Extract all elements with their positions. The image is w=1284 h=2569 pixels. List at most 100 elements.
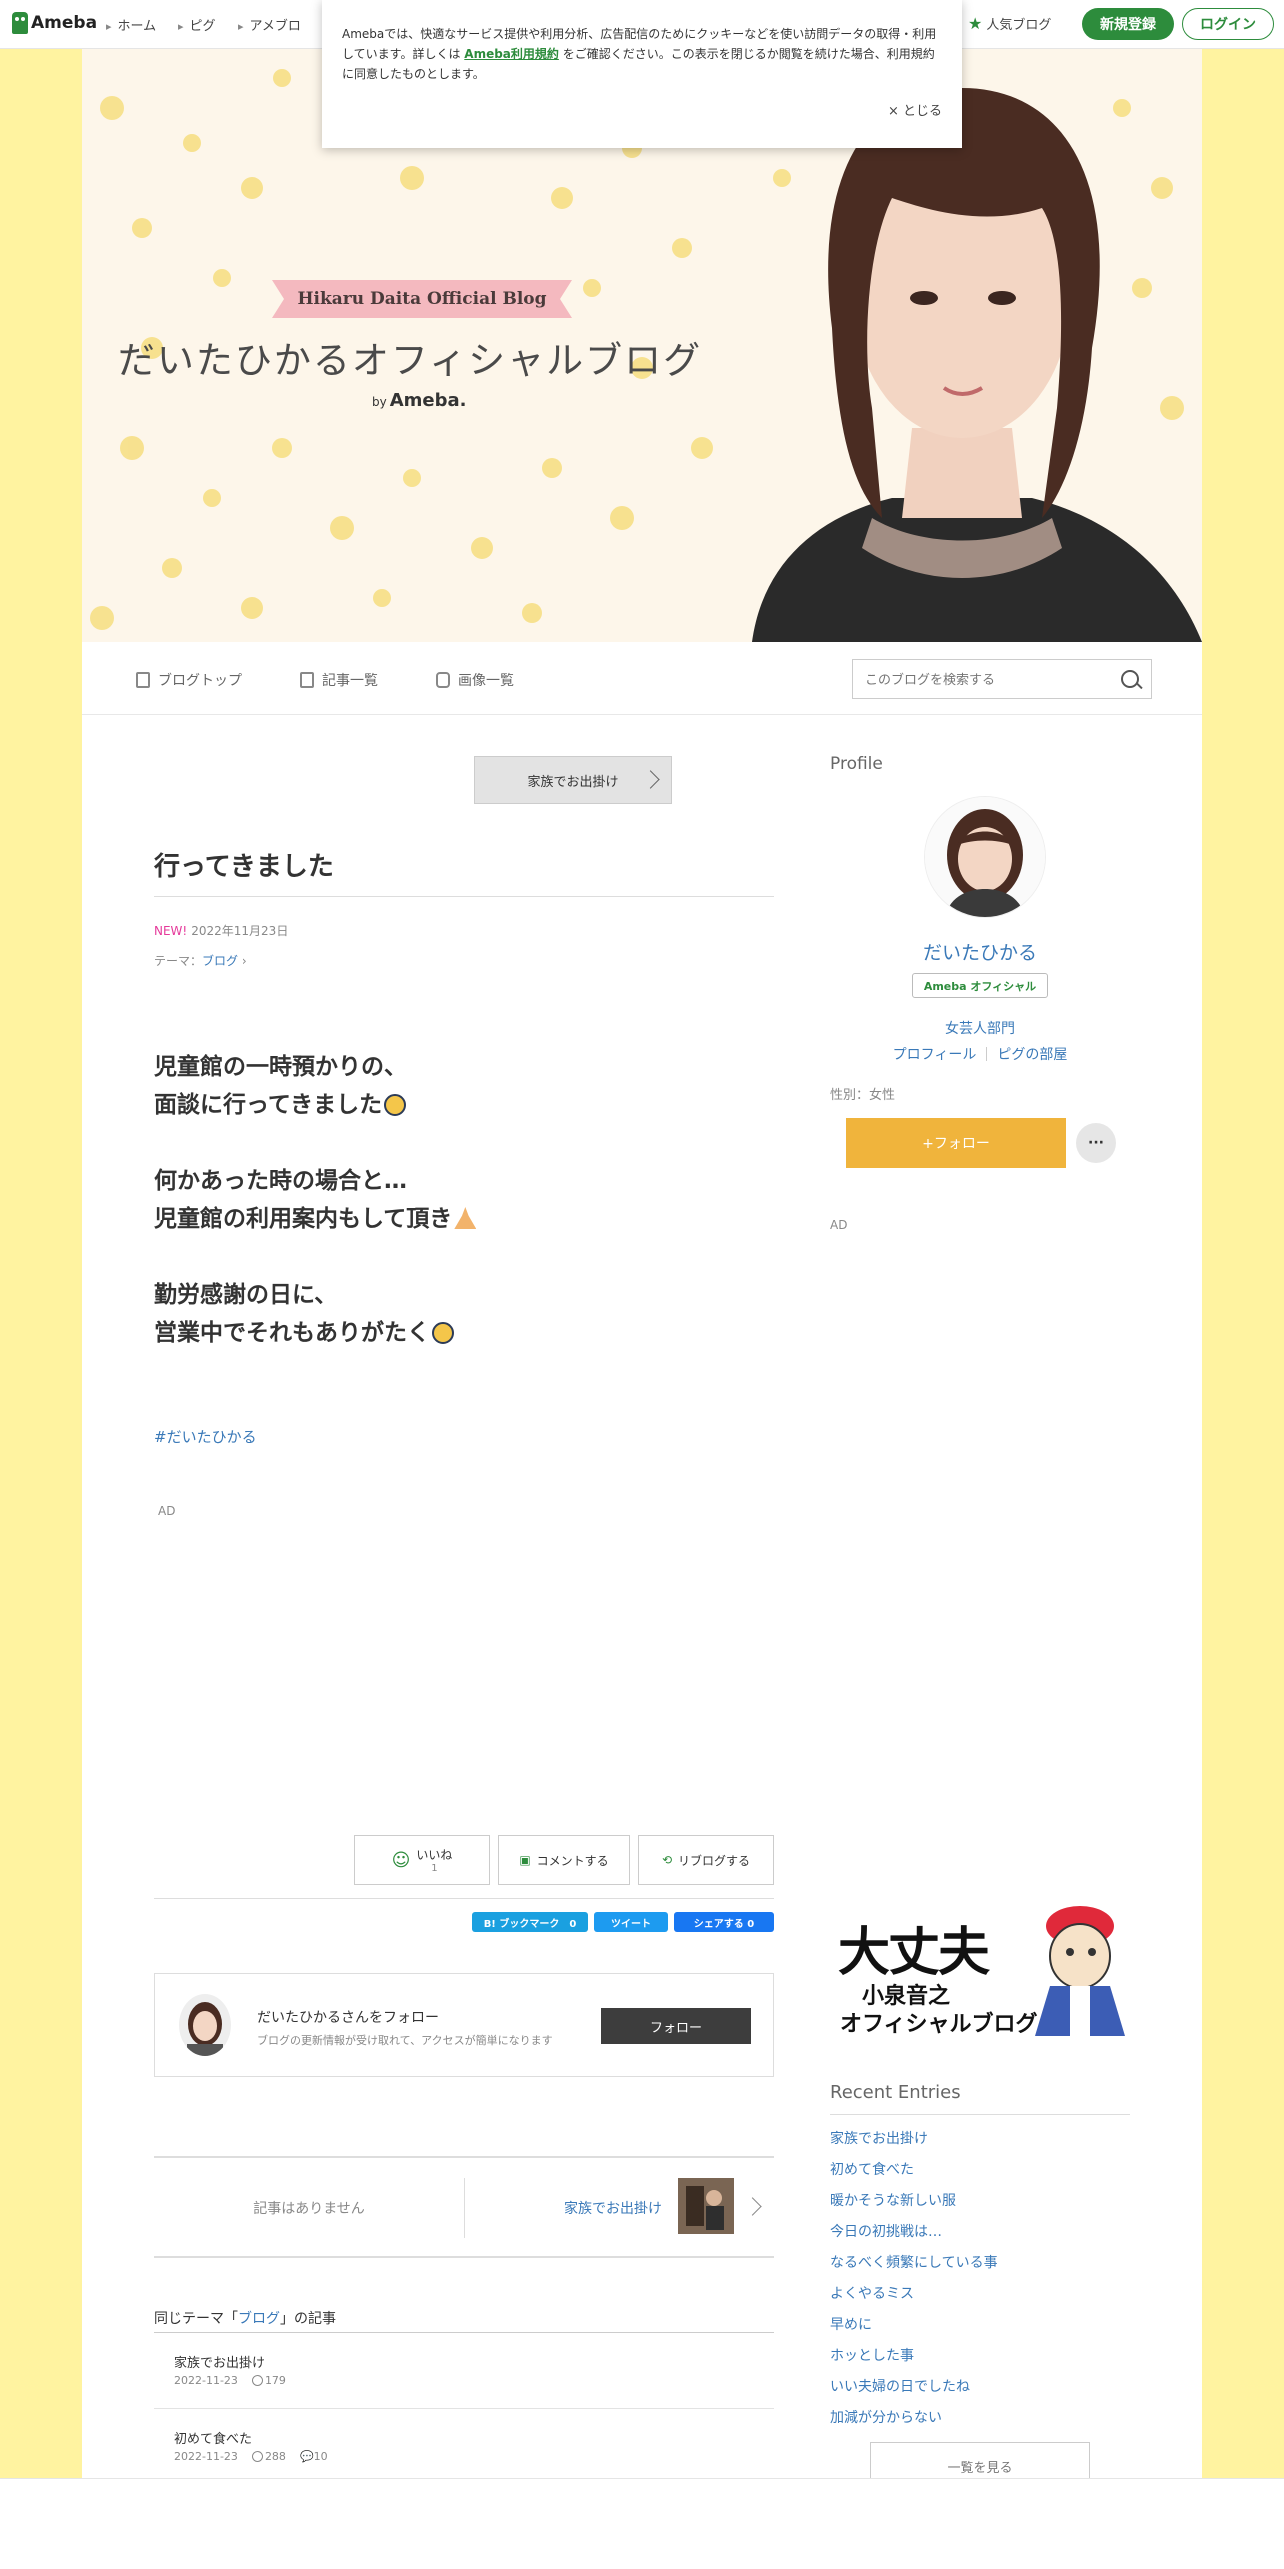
- blog-container: Hikaru Daita Official Blog だいたひかるオフィシャルブ…: [82, 48, 1202, 2490]
- more-options-button[interactable]: ···: [1076, 1123, 1116, 1163]
- pigg-room-link[interactable]: ピグの部屋: [997, 1047, 1067, 1063]
- same-theme-link[interactable]: ブログ: [238, 2311, 280, 2327]
- divider: [830, 2114, 1130, 2115]
- ad-label: AD: [158, 1504, 176, 1518]
- by-label: by: [372, 395, 387, 409]
- hashtag-link[interactable]: #だいたひかる: [154, 1426, 257, 1447]
- profile-link[interactable]: プロフィール: [893, 1047, 977, 1063]
- profile-heading: Profile: [830, 754, 883, 774]
- recent-entry-link[interactable]: 加減が分からない: [830, 2407, 942, 2427]
- star-icon: ★: [968, 14, 983, 33]
- search-icon[interactable]: [1121, 670, 1139, 688]
- comment-count: 💬10: [300, 2450, 328, 2463]
- ameba-logo[interactable]: Ameba: [12, 12, 97, 34]
- divider: [154, 1898, 774, 1899]
- divider: [154, 2256, 774, 2258]
- hatena-bookmark-button[interactable]: B! ブックマーク 0: [472, 1912, 588, 1932]
- divider: [464, 2178, 465, 2238]
- cookie-notice: Amebaでは、快適なサービス提供や利用分析、広告配信のためにクッキーなどを使い…: [322, 0, 962, 148]
- comment-icon: ▣: [519, 1853, 531, 1867]
- recent-entries-heading: Recent Entries: [830, 2082, 961, 2103]
- recent-entry-link[interactable]: なるべく頻繁にしている事: [830, 2252, 998, 2272]
- smile-icon: ☺: [391, 1849, 411, 1871]
- nav-entry-list[interactable]: 記事一覧: [300, 670, 378, 690]
- by-ameba: by Ameba.: [372, 390, 466, 411]
- same-theme-suffix: 」の記事: [280, 2311, 336, 2327]
- body-line: 児童館の一時預かりの、: [154, 1054, 407, 1080]
- nav-blog-top[interactable]: ブログトップ: [136, 670, 242, 690]
- recent-entry-link[interactable]: ホッとした事: [830, 2345, 914, 2365]
- sidebar-follow-button[interactable]: +フォロー: [846, 1118, 1066, 1168]
- gnav-pigg[interactable]: ピグ: [178, 15, 216, 34]
- profile-avatar[interactable]: [924, 796, 1046, 918]
- search-input[interactable]: [853, 660, 1117, 700]
- recent-entry-link[interactable]: 初めて食べた: [830, 2159, 914, 2179]
- ameba-mascot-icon: [12, 12, 28, 34]
- article-title: 行ってきました: [154, 852, 334, 882]
- reblog-button[interactable]: ⟲ リブログする: [638, 1835, 774, 1885]
- follow-box: だいたひかるさんをフォロー ブログの更新情報が受け取れて、アクセスが簡単になりま…: [154, 1973, 774, 2077]
- next-entry-button[interactable]: 家族でお出掛け: [474, 756, 672, 804]
- next-entry-link[interactable]: 家族でお出掛け: [564, 2198, 662, 2218]
- same-theme-item-title[interactable]: 初めて食べた: [174, 2428, 252, 2447]
- gnav-home[interactable]: ホーム: [106, 15, 157, 34]
- praying-hands-icon: [454, 1207, 477, 1229]
- profile-name[interactable]: だいたひかる: [830, 938, 1130, 965]
- theme-link[interactable]: ブログ: [202, 954, 238, 968]
- body-line: 児童館の利用案内もして頂き: [154, 1206, 453, 1232]
- body-line: 面談に行ってきました: [154, 1092, 383, 1118]
- ameba-wordmark: Ameba.: [389, 390, 467, 411]
- comment-count-value: 10: [313, 2450, 328, 2463]
- blog-title: だいたひかるオフィシャルブログ: [117, 339, 703, 382]
- recent-entry-link[interactable]: 今日の初挑戦は…: [830, 2221, 942, 2241]
- blog-search: [852, 659, 1152, 700]
- camera-icon: [436, 672, 450, 688]
- same-theme-item-title[interactable]: 家族でお出掛け: [174, 2352, 265, 2371]
- recent-entry-link[interactable]: よくやるミス: [830, 2283, 914, 2303]
- theme-label: テーマ：: [154, 954, 203, 968]
- avatar: [179, 1994, 231, 2056]
- next-entry-thumbnail[interactable]: [678, 2178, 734, 2234]
- popular-blog-link[interactable]: ★ 人気ブログ: [968, 14, 1051, 33]
- profile-gender: 性別：女性: [830, 1088, 896, 1103]
- recent-entry-link[interactable]: 家族でお出掛け: [830, 2128, 928, 2148]
- like-count: 288: [251, 2450, 286, 2463]
- gnav-ameblo[interactable]: アメブロ: [238, 15, 301, 34]
- register-button[interactable]: 新規登録: [1082, 8, 1174, 40]
- chevron-right-icon: [743, 2197, 762, 2216]
- document-icon: [136, 672, 150, 688]
- like-count-value: 179: [264, 2374, 286, 2387]
- follow-button[interactable]: フォロー: [601, 2008, 751, 2044]
- terms-link[interactable]: Ameba利用規約: [464, 47, 559, 61]
- cookie-close-button[interactable]: × とじる: [888, 100, 942, 119]
- like-label-wrap: いいね 1: [416, 1846, 452, 1874]
- divider: [154, 2156, 774, 2158]
- divider: [986, 1047, 988, 1061]
- profile-links: プロフィール ピグの部屋: [830, 1044, 1130, 1064]
- cookie-text: Amebaでは、快適なサービス提供や利用分析、広告配信のためにクッキーなどを使い…: [342, 24, 942, 84]
- like-count-value: 288: [264, 2450, 286, 2463]
- comment-label: コメントする: [536, 1853, 609, 1868]
- login-button[interactable]: ログイン: [1182, 8, 1274, 40]
- article-theme: テーマ：ブログ ›: [154, 954, 247, 968]
- tweet-button[interactable]: ツイート: [594, 1912, 668, 1932]
- sidebar-banner[interactable]: 大丈夫 小泉音之 オフィシャルブログ: [830, 1886, 1130, 2036]
- divider: [154, 2332, 774, 2333]
- item-date: 2022-11-23: [174, 2450, 238, 2463]
- recent-entry-link[interactable]: 暖かそうな新しい服: [830, 2190, 956, 2210]
- follow-description: ブログの更新情報が受け取れて、アクセスが簡単になります: [257, 2034, 553, 2047]
- profile-category-link[interactable]: 女芸人部門: [830, 1018, 1130, 1038]
- nav-image-list[interactable]: 画像一覧: [436, 670, 514, 690]
- like-button[interactable]: ☺ いいね 1: [354, 1835, 490, 1885]
- comment-button[interactable]: ▣ コメントする: [498, 1835, 630, 1885]
- article-date-text: 2022年11月23日: [191, 924, 289, 938]
- blog-navigation: ブログトップ 記事一覧 画像一覧: [82, 642, 1202, 715]
- recent-entry-link[interactable]: いい夫婦の日でしたね: [830, 2376, 970, 2396]
- paragraph: 何かあった時の場合と… 児童館の利用案内もして頂き: [154, 1162, 477, 1238]
- paragraph: 児童館の一時預かりの、 面談に行ってきました: [154, 1048, 476, 1124]
- nav-image-list-label: 画像一覧: [458, 673, 514, 689]
- nav-entry-list-label: 記事一覧: [322, 673, 378, 689]
- facebook-share-button[interactable]: シェアする 0: [674, 1912, 774, 1932]
- smile-icon: [251, 2375, 263, 2386]
- recent-entry-link[interactable]: 早めに: [830, 2314, 872, 2334]
